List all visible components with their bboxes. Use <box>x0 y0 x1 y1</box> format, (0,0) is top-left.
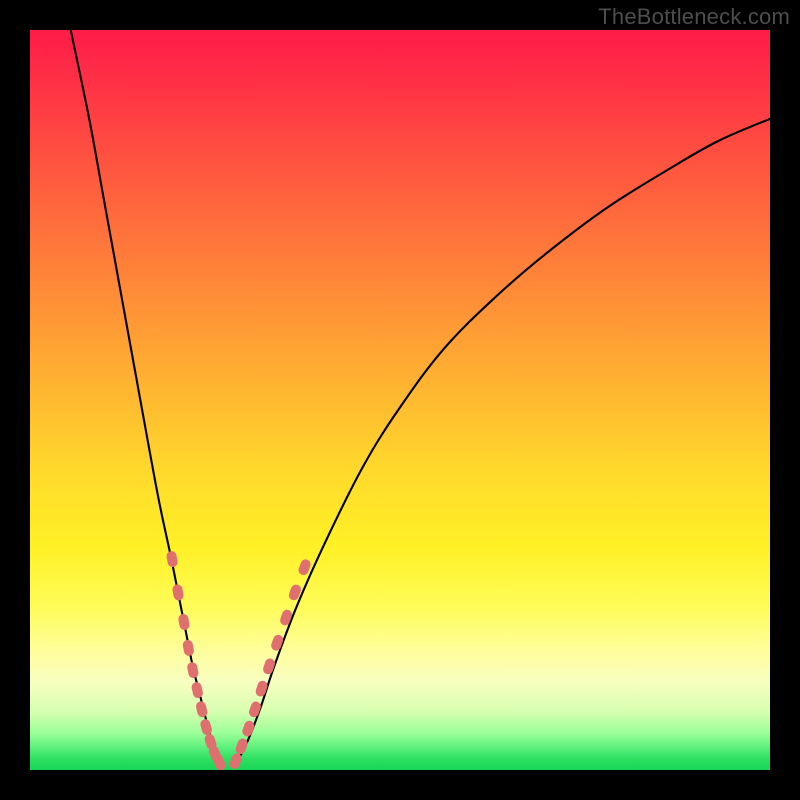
data-bead <box>248 700 263 718</box>
watermark-text: TheBottleneck.com <box>598 4 790 30</box>
data-bead <box>234 737 249 756</box>
data-bead <box>241 719 256 737</box>
data-bead <box>166 550 179 568</box>
data-bead <box>191 681 204 699</box>
beads-right-group <box>228 558 312 770</box>
curve-left-branch <box>71 30 220 766</box>
data-bead <box>199 718 213 736</box>
data-bead <box>262 657 277 675</box>
data-bead <box>182 639 195 657</box>
beads-left-group <box>166 550 228 770</box>
data-bead <box>195 700 208 718</box>
data-bead <box>270 634 285 652</box>
curve-right-branch <box>234 119 771 766</box>
data-bead <box>186 661 199 679</box>
chart-svg <box>30 30 770 770</box>
data-bead <box>279 608 294 626</box>
data-bead <box>172 584 185 602</box>
plot-area <box>30 30 770 770</box>
data-bead <box>178 613 191 631</box>
outer-frame: TheBottleneck.com <box>0 0 800 800</box>
data-bead <box>254 679 268 697</box>
